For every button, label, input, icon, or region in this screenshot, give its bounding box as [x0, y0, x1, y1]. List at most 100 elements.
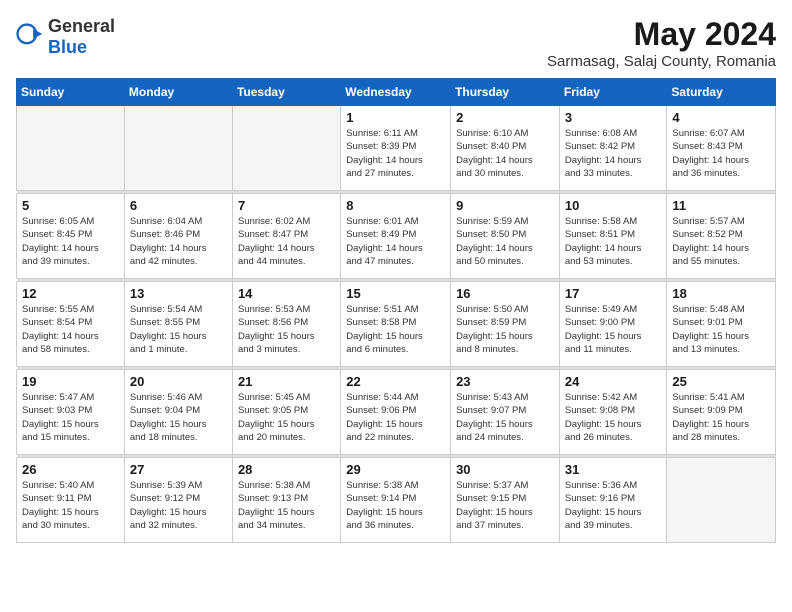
- calendar-cell: 23 Sunrise: 5:43 AMSunset: 9:07 PMDayligh…: [451, 370, 560, 455]
- page-header: General Blue May 2024 Sarmasag, Salaj Co…: [16, 16, 776, 70]
- day-number: 14: [238, 286, 335, 301]
- logo-blue: Blue: [48, 37, 87, 57]
- calendar-cell: 18 Sunrise: 5:48 AMSunset: 9:01 PMDayligh…: [667, 282, 776, 367]
- day-info: Sunrise: 6:04 AMSunset: 8:46 PMDaylight:…: [130, 215, 227, 268]
- day-number: 18: [672, 286, 770, 301]
- day-number: 31: [565, 462, 662, 477]
- day-info: Sunrise: 5:40 AMSunset: 9:11 PMDaylight:…: [22, 479, 119, 532]
- weekday-header: Thursday: [451, 79, 560, 106]
- day-info: Sunrise: 5:38 AMSunset: 9:13 PMDaylight:…: [238, 479, 335, 532]
- day-info: Sunrise: 5:39 AMSunset: 9:12 PMDaylight:…: [130, 479, 227, 532]
- calendar-cell: 26Sunrise: 5:40 AMSunset: 9:11 PMDayligh…: [17, 458, 125, 543]
- logo-general: General: [48, 16, 115, 36]
- day-number: 3: [565, 110, 662, 125]
- weekday-header: Saturday: [667, 79, 776, 106]
- day-number: 15: [346, 286, 445, 301]
- day-info: Sunrise: 6:05 AMSunset: 8:45 PMDaylight:…: [22, 215, 119, 268]
- day-number: 17: [565, 286, 662, 301]
- calendar-cell: 6 Sunrise: 6:04 AMSunset: 8:46 PMDaylight…: [124, 194, 232, 279]
- day-info: Sunrise: 5:41 AMSunset: 9:09 PMDaylight:…: [672, 391, 770, 444]
- day-number: 21: [238, 374, 335, 389]
- day-info: Sunrise: 5:38 AMSunset: 9:14 PMDaylight:…: [346, 479, 445, 532]
- week-row: 5 Sunrise: 6:05 AMSunset: 8:45 PMDaylight…: [17, 194, 776, 279]
- day-info: Sunrise: 5:44 AMSunset: 9:06 PMDaylight:…: [346, 391, 445, 444]
- calendar-cell: 20Sunrise: 5:46 AMSunset: 9:04 PMDayligh…: [124, 370, 232, 455]
- calendar-cell: 4Sunrise: 6:07 AMSunset: 8:43 PMDaylight…: [667, 106, 776, 191]
- calendar-cell: 11Sunrise: 5:57 AMSunset: 8:52 PMDayligh…: [667, 194, 776, 279]
- weekday-header: Sunday: [17, 79, 125, 106]
- day-info: Sunrise: 5:53 AMSunset: 8:56 PMDaylight:…: [238, 303, 335, 356]
- day-number: 12: [22, 286, 119, 301]
- day-number: 29: [346, 462, 445, 477]
- day-number: 25: [672, 374, 770, 389]
- calendar-cell: 28 Sunrise: 5:38 AMSunset: 9:13 PMDayligh…: [232, 458, 340, 543]
- day-number: 27: [130, 462, 227, 477]
- day-number: 28: [238, 462, 335, 477]
- day-info: Sunrise: 5:50 AMSunset: 8:59 PMDaylight:…: [456, 303, 554, 356]
- week-row: 1 Sunrise: 6:11 AMSunset: 8:39 PMDaylight…: [17, 106, 776, 191]
- day-info: Sunrise: 6:11 AMSunset: 8:39 PMDaylight:…: [346, 127, 445, 180]
- calendar-cell: 9Sunrise: 5:59 AMSunset: 8:50 PMDaylight…: [451, 194, 560, 279]
- day-number: 8: [346, 198, 445, 213]
- logo-icon: [16, 23, 44, 51]
- day-info: Sunrise: 5:36 AMSunset: 9:16 PMDaylight:…: [565, 479, 662, 532]
- calendar-cell: 12 Sunrise: 5:55 AMSunset: 8:54 PMDayligh…: [17, 282, 125, 367]
- calendar-cell: 7Sunrise: 6:02 AMSunset: 8:47 PMDaylight…: [232, 194, 340, 279]
- calendar-cell: 5 Sunrise: 6:05 AMSunset: 8:45 PMDaylight…: [17, 194, 125, 279]
- month-year: May 2024: [547, 16, 776, 53]
- day-info: Sunrise: 5:45 AMSunset: 9:05 PMDaylight:…: [238, 391, 335, 444]
- calendar-cell: 25 Sunrise: 5:41 AMSunset: 9:09 PMDayligh…: [667, 370, 776, 455]
- day-info: Sunrise: 5:51 AMSunset: 8:58 PMDaylight:…: [346, 303, 445, 356]
- day-number: 30: [456, 462, 554, 477]
- calendar-cell: [232, 106, 340, 191]
- day-number: 2: [456, 110, 554, 125]
- day-info: Sunrise: 6:02 AMSunset: 8:47 PMDaylight:…: [238, 215, 335, 268]
- day-info: Sunrise: 6:01 AMSunset: 8:49 PMDaylight:…: [346, 215, 445, 268]
- weekday-header: Tuesday: [232, 79, 340, 106]
- day-number: 1: [346, 110, 445, 125]
- week-row: 26Sunrise: 5:40 AMSunset: 9:11 PMDayligh…: [17, 458, 776, 543]
- day-info: Sunrise: 5:43 AMSunset: 9:07 PMDaylight:…: [456, 391, 554, 444]
- day-number: 22: [346, 374, 445, 389]
- week-row: 19 Sunrise: 5:47 AMSunset: 9:03 PMDayligh…: [17, 370, 776, 455]
- day-number: 11: [672, 198, 770, 213]
- calendar-cell: 27 Sunrise: 5:39 AMSunset: 9:12 PMDayligh…: [124, 458, 232, 543]
- day-number: 19: [22, 374, 119, 389]
- calendar-cell: 3 Sunrise: 6:08 AMSunset: 8:42 PMDaylight…: [559, 106, 667, 191]
- calendar-cell: 24Sunrise: 5:42 AMSunset: 9:08 PMDayligh…: [559, 370, 667, 455]
- calendar-cell: 19 Sunrise: 5:47 AMSunset: 9:03 PMDayligh…: [17, 370, 125, 455]
- calendar-cell: 8 Sunrise: 6:01 AMSunset: 8:49 PMDaylight…: [341, 194, 451, 279]
- day-number: 23: [456, 374, 554, 389]
- calendar-cell: 13Sunrise: 5:54 AMSunset: 8:55 PMDayligh…: [124, 282, 232, 367]
- title-block: May 2024 Sarmasag, Salaj County, Romania: [547, 16, 776, 70]
- weekday-header: Wednesday: [341, 79, 451, 106]
- calendar-cell: 2 Sunrise: 6:10 AMSunset: 8:40 PMDaylight…: [451, 106, 560, 191]
- calendar-cell: 21 Sunrise: 5:45 AMSunset: 9:05 PMDayligh…: [232, 370, 340, 455]
- calendar-cell: [124, 106, 232, 191]
- calendar-cell: 31 Sunrise: 5:36 AMSunset: 9:16 PMDayligh…: [559, 458, 667, 543]
- day-info: Sunrise: 5:37 AMSunset: 9:15 PMDaylight:…: [456, 479, 554, 532]
- calendar-cell: 15 Sunrise: 5:51 AMSunset: 8:58 PMDayligh…: [341, 282, 451, 367]
- day-number: 6: [130, 198, 227, 213]
- calendar-cell: 10 Sunrise: 5:58 AMSunset: 8:51 PMDayligh…: [559, 194, 667, 279]
- week-row: 12 Sunrise: 5:55 AMSunset: 8:54 PMDayligh…: [17, 282, 776, 367]
- calendar-cell: [667, 458, 776, 543]
- day-info: Sunrise: 5:47 AMSunset: 9:03 PMDaylight:…: [22, 391, 119, 444]
- day-info: Sunrise: 5:55 AMSunset: 8:54 PMDaylight:…: [22, 303, 119, 356]
- day-info: Sunrise: 5:48 AMSunset: 9:01 PMDaylight:…: [672, 303, 770, 356]
- calendar-cell: 1 Sunrise: 6:11 AMSunset: 8:39 PMDaylight…: [341, 106, 451, 191]
- calendar-table: SundayMondayTuesdayWednesdayThursdayFrid…: [16, 78, 776, 543]
- location: Sarmasag, Salaj County, Romania: [547, 53, 776, 70]
- day-number: 24: [565, 374, 662, 389]
- logo: General Blue: [16, 16, 115, 58]
- day-info: Sunrise: 5:58 AMSunset: 8:51 PMDaylight:…: [565, 215, 662, 268]
- day-info: Sunrise: 5:59 AMSunset: 8:50 PMDaylight:…: [456, 215, 554, 268]
- day-number: 10: [565, 198, 662, 213]
- day-number: 5: [22, 198, 119, 213]
- day-info: Sunrise: 6:10 AMSunset: 8:40 PMDaylight:…: [456, 127, 554, 180]
- day-info: Sunrise: 6:08 AMSunset: 8:42 PMDaylight:…: [565, 127, 662, 180]
- day-info: Sunrise: 5:49 AMSunset: 9:00 PMDaylight:…: [565, 303, 662, 356]
- day-number: 16: [456, 286, 554, 301]
- day-number: 20: [130, 374, 227, 389]
- day-info: Sunrise: 6:07 AMSunset: 8:43 PMDaylight:…: [672, 127, 770, 180]
